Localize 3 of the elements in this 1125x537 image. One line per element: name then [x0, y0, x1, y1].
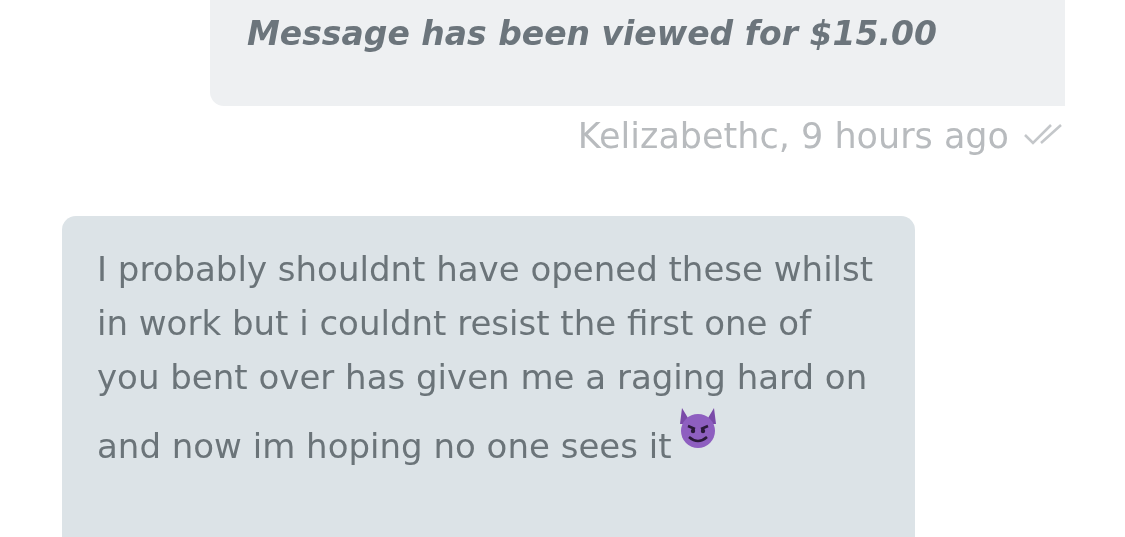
message-text: Message has been viewed for $15.00: [247, 14, 937, 53]
message-text: I probably shouldnt have opened these whilst in work but i couldnt resist the first one of you bent over has given me a raging hard on and now im hoping no one sees it: [97, 248, 875, 468]
message-meta: Kelizabethc, 9 hours ago: [577, 116, 1009, 156]
